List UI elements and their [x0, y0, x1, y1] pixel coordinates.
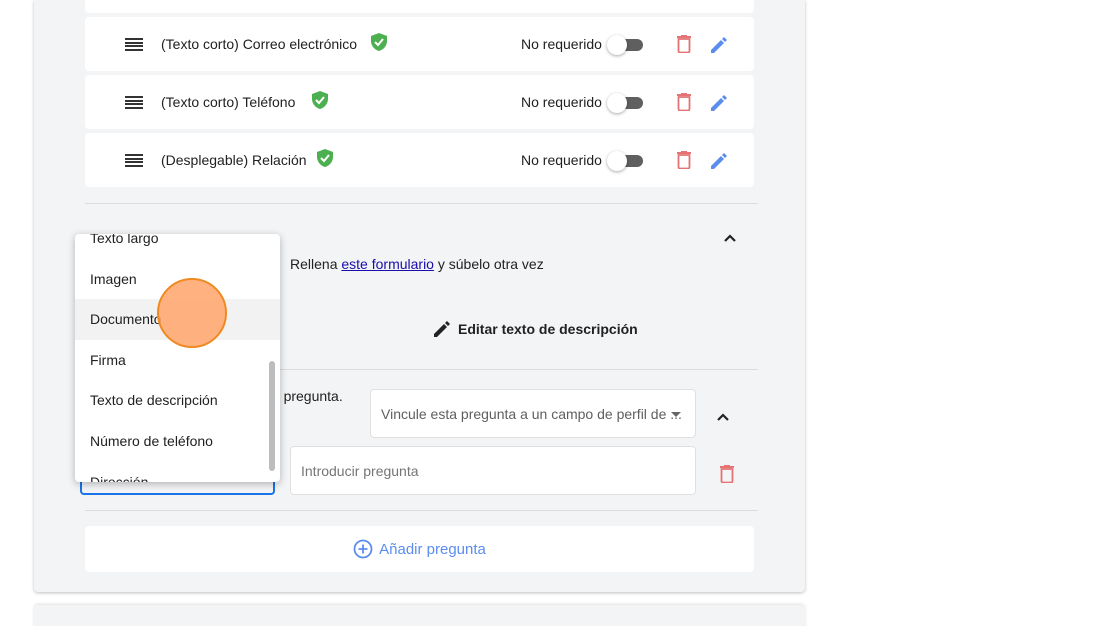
- option-direccion[interactable]: Dirección: [75, 462, 280, 482]
- section-divider: [85, 510, 758, 511]
- pencil-icon[interactable]: [709, 35, 729, 55]
- required-toggle[interactable]: [607, 150, 643, 171]
- section-divider: [85, 203, 758, 204]
- trash-icon[interactable]: [720, 465, 734, 483]
- touch-indicator: [157, 278, 227, 348]
- edit-description-label: Editar texto de descripción: [458, 321, 638, 337]
- question-title: (Desplegable) Relación: [161, 152, 307, 168]
- required-label: No requerido: [521, 36, 602, 52]
- pencil-icon[interactable]: [709, 151, 729, 171]
- description-text: Rellena este formulario y súbelo otra ve…: [290, 256, 544, 272]
- drag-handle-icon[interactable]: [125, 154, 143, 167]
- option-numero-telefono[interactable]: Número de teléfono: [75, 421, 280, 462]
- required-toggle[interactable]: [607, 34, 643, 55]
- profile-field-select-value: Vincule esta pregunta a un campo de perf…: [381, 406, 682, 422]
- option-texto-largo[interactable]: Texto largo: [75, 234, 280, 259]
- dropdown-scrollbar[interactable]: [269, 361, 275, 471]
- question-type-dropdown: Texto largo Imagen Documento Firma Texto…: [75, 234, 280, 482]
- chevron-up-icon[interactable]: [723, 231, 737, 245]
- option-firma[interactable]: Firma: [75, 340, 280, 381]
- trash-icon[interactable]: [677, 151, 691, 169]
- caret-down-icon: [671, 412, 681, 417]
- drag-handle-icon[interactable]: [125, 96, 143, 109]
- question-title: (Texto corto) Correo electrónico: [161, 36, 358, 52]
- required-toggle[interactable]: [607, 92, 643, 113]
- trash-icon[interactable]: [677, 93, 691, 111]
- question-title: (Texto corto) Teléfono: [161, 94, 296, 110]
- add-question-button[interactable]: Añadir pregunta: [85, 526, 754, 572]
- profile-field-select[interactable]: Vincule esta pregunta a un campo de perf…: [370, 389, 696, 438]
- pencil-icon[interactable]: [709, 93, 729, 113]
- trash-icon[interactable]: [677, 35, 691, 53]
- drag-handle-icon[interactable]: [125, 38, 143, 51]
- question-row: (Texto corto) Correo electrónico No requ…: [85, 17, 754, 71]
- required-label: No requerido: [521, 94, 602, 110]
- shield-check-icon: [312, 91, 328, 109]
- question-row: (Desplegable) Relación No requerido: [85, 133, 754, 187]
- option-texto-descripcion[interactable]: Texto de descripción: [75, 380, 280, 421]
- plus-circle-icon: [353, 539, 373, 559]
- chevron-up-icon[interactable]: [716, 410, 730, 424]
- form-link[interactable]: este formulario: [341, 256, 434, 272]
- shield-check-icon: [371, 33, 387, 51]
- required-label: No requerido: [521, 152, 602, 168]
- question-row: (Texto corto) Teléfono No requerido: [85, 75, 754, 129]
- next-section-panel: [34, 605, 805, 626]
- add-question-label: Añadir pregunta: [379, 540, 486, 558]
- shield-check-icon: [317, 149, 333, 167]
- edit-description-button[interactable]: Editar texto de descripción: [432, 319, 638, 339]
- question-input[interactable]: [290, 446, 696, 495]
- pencil-icon: [434, 321, 450, 337]
- question-card-previous: [85, 0, 754, 13]
